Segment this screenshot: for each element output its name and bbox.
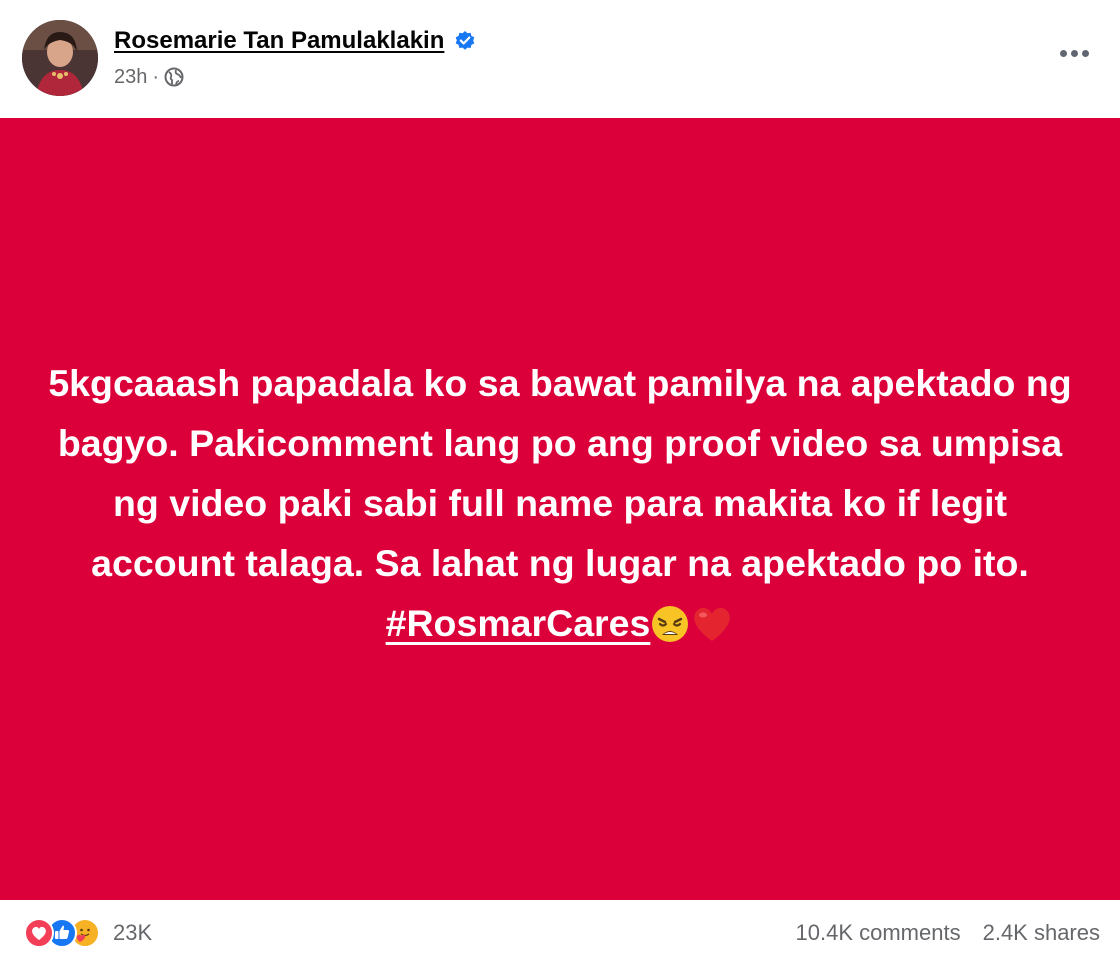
hashtag-link[interactable]: #RosmarCares xyxy=(386,602,651,644)
author-name[interactable]: Rosemarie Tan Pamulaklakin xyxy=(114,27,444,55)
more-options-button[interactable] xyxy=(1054,38,1094,68)
love-icon xyxy=(24,918,54,948)
author-row: Rosemarie Tan Pamulaklakin xyxy=(114,24,476,58)
reactions-summary[interactable]: 23K xyxy=(24,918,152,948)
post-text: 5kgcaaash papadala ko sa bawat pamilya n… xyxy=(40,353,1080,661)
post-timestamp[interactable]: 23h xyxy=(114,66,147,89)
comments-count-link[interactable]: 10.4K comments xyxy=(796,920,961,946)
verified-badge-icon xyxy=(454,30,476,52)
weary-face-emoji-icon xyxy=(650,601,690,661)
engagement-stats: 10.4K comments 2.4K shares xyxy=(774,920,1100,946)
globe-icon[interactable] xyxy=(164,67,184,87)
red-heart-emoji-icon xyxy=(690,601,734,661)
meta-separator: · xyxy=(152,65,160,88)
avatar-image xyxy=(22,20,98,96)
post-footer: 23K 10.4K comments 2.4K shares xyxy=(0,900,1120,957)
post-background: 5kgcaaash papadala ko sa bawat pamilya n… xyxy=(0,118,1120,900)
reaction-count[interactable]: 23K xyxy=(113,920,152,946)
more-dot-icon xyxy=(1081,49,1089,57)
avatar[interactable] xyxy=(22,20,98,96)
post-meta: 23h · xyxy=(114,64,184,90)
more-dot-icon xyxy=(1070,49,1078,57)
more-dot-icon xyxy=(1059,49,1067,57)
post-header: Rosemarie Tan Pamulaklakin 23h · xyxy=(0,0,1120,118)
facebook-post: Rosemarie Tan Pamulaklakin 23h · 5kgcaaa… xyxy=(0,0,1120,957)
post-body-text: 5kgcaaash papadala ko sa bawat pamilya n… xyxy=(48,362,1072,584)
shares-count-link[interactable]: 2.4K shares xyxy=(983,920,1100,946)
